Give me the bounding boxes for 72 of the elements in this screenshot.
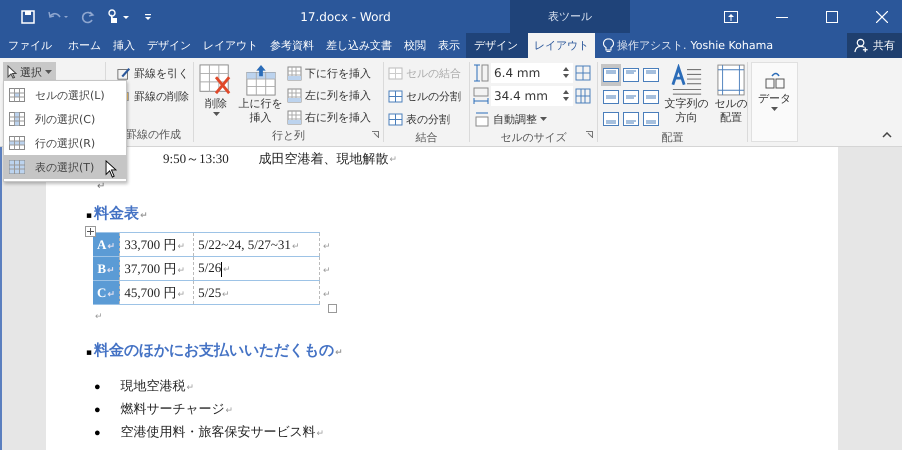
schedule-text: 成田空港着、現地解散 [258,150,389,168]
ribbon-tab[interactable]: 表示 [432,33,466,58]
list-bullet: ● [94,404,101,416]
heading-bullet: ▪ [86,348,92,358]
ribbon-tab[interactable]: デザイン [466,33,524,58]
row-end-mark: ↵ [322,288,331,298]
share-button[interactable]: 共有 [847,33,902,58]
data-button[interactable]: データ [751,62,798,142]
insert-button[interactable]: 下に行を挿入 [286,62,372,84]
paragraph-mark: ↵ [226,405,234,415]
paragraph-mark: ↵ [95,311,103,321]
ribbon-tab[interactable]: 校閲 [398,33,432,58]
row-end-mark: ↵ [322,264,331,274]
merge-button[interactable]: セルの分割 [387,85,466,107]
contextual-label: 表ツール [548,9,592,24]
insert-button[interactable]: 右に列を挿入 [286,106,372,128]
date-cell: 5/25↵ [194,280,320,304]
ribbon-tab[interactable]: デザイン [141,33,197,58]
date-cell: 5/26↵ [194,256,320,280]
group-label: 配置 [662,130,684,145]
window-title: 17.docx - Word [299,10,392,24]
paragraph-mark: ↵ [390,154,398,164]
section-heading: 料金のほかにお支払いいただくもの [94,341,334,360]
delete-button[interactable]: 削除 [197,62,235,128]
ribbon-tab[interactable]: レイアウト [197,33,264,58]
list-item-text: 現地空港税 [120,377,186,395]
user-name[interactable]: Yoshie Kohama [686,33,774,58]
group-label: セルのサイズ [500,130,566,145]
tell-me-field[interactable]: 操作アシスト. [595,33,686,58]
paragraph-mark: ↵ [186,382,195,392]
price-cell: 33,700 円↵ [120,232,194,256]
group-label: 罫線の作成 [126,127,181,142]
group-label: 行と列 [272,128,305,143]
date-cell: 5/22~24, 5/27~31↵ [194,232,320,256]
row-end-mark: ↵ [322,240,331,250]
ribbon-tab[interactable]: 差し込み文書 [320,33,398,58]
insert-button[interactable]: 左に列を挿入 [286,84,372,106]
list-bullet: ● [94,381,101,393]
ribbon-tab[interactable]: レイアウト [528,33,595,58]
menu-item[interactable]: 行の選択(R) [4,131,126,155]
list-item-text: 燃料サーチャージ [120,400,225,418]
menu-item[interactable]: セルの選択(L) [4,83,126,107]
ribbon-tab[interactable]: 挿入 [107,33,141,58]
autofit-button[interactable]: 自動調整 [473,108,594,130]
insert-above-button[interactable]: 上に行を挿入 [236,62,286,128]
group-label: 結合 [416,130,438,145]
cell-margins-button[interactable]: セルの配置 [712,62,750,130]
ribbon-tab[interactable]: 参考資料 [264,33,320,58]
merge-button[interactable]: 表の分割 [387,108,466,130]
ribbon-tab[interactable]: ファイル [0,33,58,58]
column-width-field[interactable]: 34.4 mm [491,86,573,106]
row-height-field[interactable]: 6.4 mm [491,63,573,83]
paragraph-mark: ↵ [140,211,148,221]
row-label-cell: B↵ [93,256,120,280]
section-heading: 料金表 [94,204,140,223]
price-cell: 45,700 円↵ [120,280,194,304]
paragraph-mark: ↵ [335,348,343,358]
row-label-cell: C↵ [93,280,120,304]
text-direction-button[interactable]: 文字列の方向 [662,62,712,130]
select-dropdown-button[interactable]: 選択 [3,62,56,82]
draw-border-button[interactable]: 罫線を引く [116,62,190,84]
paragraph-mark: ↵ [97,180,105,192]
list-bullet: ● [94,427,101,439]
schedule-time: 9:50～13:30 [163,150,229,168]
menu-item[interactable]: 表の選択(T) [4,155,126,179]
ribbon-tab[interactable]: ホーム [62,33,107,58]
menu-item[interactable]: 列の選択(C) [4,107,126,131]
list-item-text: 空港使用料・旅客保安サービス料 [120,423,316,441]
heading-bullet: ▪ [86,211,92,221]
row-label-cell: A↵ [93,232,120,256]
paragraph-mark: ↵ [316,428,325,438]
price-cell: 37,700 円↵ [120,256,194,280]
